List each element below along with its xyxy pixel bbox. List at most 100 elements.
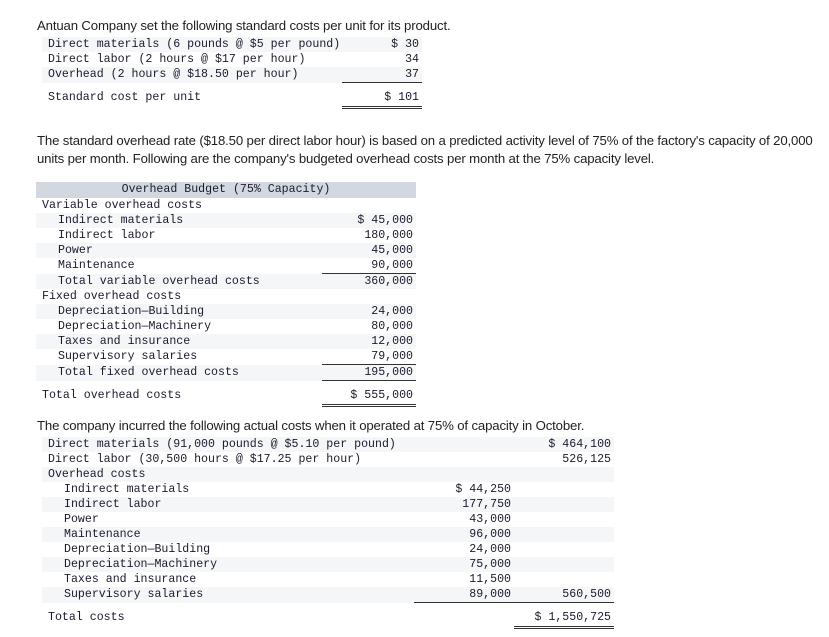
- table-row: Power 45,000: [36, 243, 417, 258]
- row-amount-col2: [514, 482, 614, 497]
- row-amount-col2: 526,125: [514, 452, 614, 467]
- row-amount-col2: [514, 512, 614, 527]
- table-subtotal-row: Total fixed overhead costs 195,000: [36, 364, 417, 381]
- row-amount-col1: $ 44,250: [414, 482, 514, 497]
- table-subtotal-row: Total variable overhead costs 360,000: [36, 273, 417, 289]
- row-amount-col1: [414, 467, 514, 482]
- table-row: Overhead (2 hours @ $18.50 per hour) 37: [42, 67, 422, 83]
- row-label: Direct materials (91,000 pounds @ $5.10 …: [42, 437, 414, 452]
- row-label: Overhead costs: [42, 467, 414, 482]
- row-amount: 80,000: [322, 319, 417, 334]
- table-row: Supervisory salaries 79,000: [36, 349, 417, 365]
- row-label: Depreciation—Building: [36, 304, 322, 319]
- table-row: Direct materials (91,000 pounds @ $5.10 …: [42, 437, 614, 452]
- table-row: Depreciation—Building 24,000: [42, 542, 614, 557]
- table-row: Taxes and insurance 12,000: [36, 334, 417, 349]
- table-row: Indirect materials $ 45,000: [36, 213, 417, 228]
- row-amount: $ 101: [342, 90, 422, 109]
- table-row: Direct materials (6 pounds @ $5 per poun…: [42, 37, 422, 52]
- row-label: Taxes and insurance: [36, 334, 322, 349]
- row-amount-col1: 11,500: [414, 572, 514, 587]
- row-amount: 90,000: [322, 258, 417, 274]
- row-label: Direct labor (30,500 hours @ $17.25 per …: [42, 452, 414, 467]
- table-row: Depreciation—Building 24,000: [36, 304, 417, 319]
- table-section-row: Overhead costs: [42, 467, 614, 482]
- row-amount-col2: [514, 572, 614, 587]
- table-section-row: Fixed overhead costs: [36, 289, 417, 304]
- row-label: Depreciation—Building: [42, 542, 414, 557]
- row-amount-col1: 96,000: [414, 527, 514, 542]
- row-label: Depreciation—Machinery: [42, 557, 414, 572]
- row-amount-col2: [514, 497, 614, 512]
- table-total-row: Total overhead costs $ 555,000: [36, 388, 417, 407]
- row-label: Maintenance: [42, 527, 414, 542]
- row-label: Taxes and insurance: [42, 572, 414, 587]
- overhead-budget-table: Overhead Budget (75% Capacity) Variable …: [36, 182, 417, 407]
- row-label: Power: [42, 512, 414, 527]
- row-amount: 360,000: [322, 273, 417, 289]
- row-label: Total costs: [42, 610, 414, 625]
- row-amount: 24,000: [322, 304, 417, 319]
- row-amount: [322, 198, 417, 213]
- row-amount-col1: 43,000: [414, 512, 514, 527]
- table-total-row: Standard cost per unit $ 101: [42, 90, 422, 109]
- row-label: Total variable overhead costs: [36, 273, 322, 289]
- row-label: Indirect materials: [36, 213, 322, 228]
- row-amount: [322, 289, 417, 304]
- table-row: Maintenance 96,000: [42, 527, 614, 542]
- table-row: Direct labor (30,500 hours @ $17.25 per …: [42, 452, 614, 467]
- row-amount-col2: [514, 542, 614, 557]
- row-amount-col1: 24,000: [414, 542, 514, 557]
- row-label: Overhead (2 hours @ $18.50 per hour): [42, 67, 342, 83]
- spacer-cell: [36, 380, 322, 388]
- table-row: Power 43,000: [42, 512, 614, 527]
- row-amount-col2: 560,500: [514, 587, 614, 603]
- intro-paragraph: Antuan Company set the following standar…: [37, 18, 451, 34]
- spacer-cell: [514, 602, 614, 610]
- standard-cost-table: Direct materials (6 pounds @ $5 per poun…: [42, 37, 422, 109]
- row-label: Total fixed overhead costs: [36, 364, 322, 381]
- table-row: Depreciation—Machinery 80,000: [36, 319, 417, 334]
- row-label: Direct materials (6 pounds @ $5 per poun…: [42, 37, 342, 52]
- row-amount-col1: [414, 437, 514, 452]
- spacer-cell: [414, 602, 514, 610]
- table-spacer-row: [42, 602, 614, 610]
- row-amount-col1: 75,000: [414, 557, 514, 572]
- row-amount: 12,000: [322, 334, 417, 349]
- row-amount: 37: [342, 67, 422, 83]
- row-label: Standard cost per unit: [42, 90, 342, 105]
- spacer-cell: [42, 82, 342, 90]
- table-row: Direct labor (2 hours @ $17 per hour) 34: [42, 52, 422, 67]
- row-label: Fixed overhead costs: [36, 289, 322, 304]
- row-label: Variable overhead costs: [36, 198, 322, 213]
- table-row: Indirect labor 177,750: [42, 497, 614, 512]
- row-amount-col2: $ 1,550,725: [514, 610, 614, 629]
- row-amount: 45,000: [322, 243, 417, 258]
- row-label: Indirect materials: [42, 482, 414, 497]
- table-spacer-row: [36, 380, 417, 388]
- row-amount: $ 555,000: [322, 388, 417, 407]
- table-row: Maintenance 90,000: [36, 258, 417, 274]
- table-row: Depreciation—Machinery 75,000: [42, 557, 614, 572]
- spacer-cell: [342, 82, 422, 90]
- row-label: Supervisory salaries: [42, 587, 414, 603]
- table-total-row: Total costs $ 1,550,725: [42, 610, 614, 629]
- row-amount-col2: [514, 557, 614, 572]
- table-section-row: Variable overhead costs: [36, 198, 417, 213]
- row-amount: $ 30: [342, 37, 422, 52]
- overhead-budget-table-header: Overhead Budget (75% Capacity): [36, 182, 417, 198]
- actual-costs-paragraph: The company incurred the following actua…: [37, 418, 585, 434]
- table-spacer-row: [42, 82, 422, 90]
- worksheet-page: Antuan Company set the following standar…: [0, 0, 829, 637]
- row-label: Total overhead costs: [36, 388, 322, 403]
- row-amount: 34: [342, 52, 422, 67]
- row-amount-col1: [414, 610, 514, 625]
- row-label: Indirect labor: [36, 228, 322, 243]
- table-row: Indirect labor 180,000: [36, 228, 417, 243]
- table-header-row: Overhead Budget (75% Capacity): [36, 182, 417, 198]
- row-amount-col2: [514, 467, 614, 482]
- row-label: Supervisory salaries: [36, 349, 322, 365]
- row-label: Power: [36, 243, 322, 258]
- row-amount-col2: [514, 527, 614, 542]
- table-row: Taxes and insurance 11,500: [42, 572, 614, 587]
